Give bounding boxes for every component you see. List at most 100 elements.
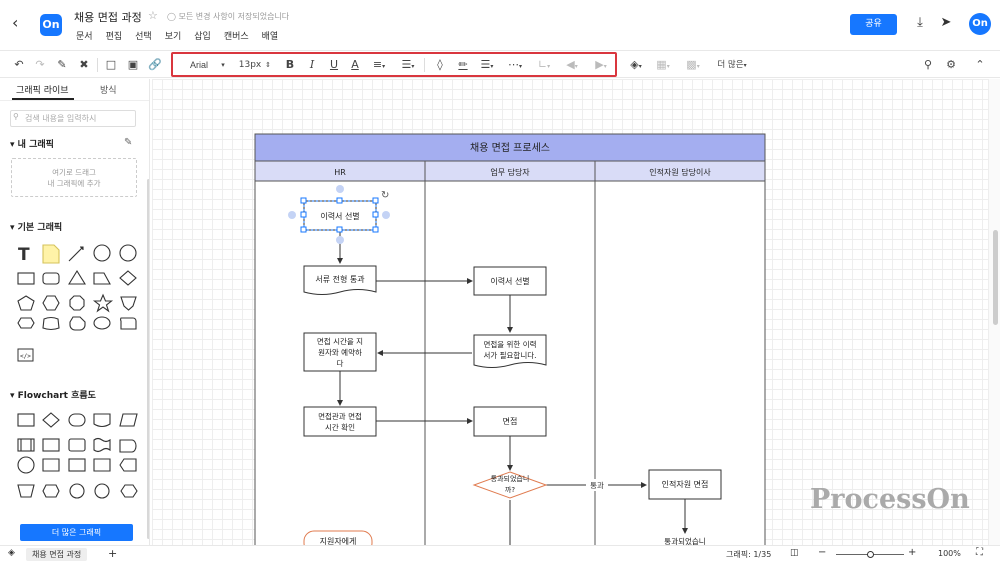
menu-item-edit[interactable]: 편집: [106, 29, 123, 42]
image-icon[interactable]: ▣: [126, 56, 140, 74]
delay-shape-icon[interactable]: [119, 439, 137, 453]
embed-code-icon[interactable]: </>: [17, 348, 34, 362]
text-shape-icon[interactable]: T: [18, 245, 30, 265]
node-hr-interview[interactable]: 인적자원 면접: [648, 469, 722, 500]
canvas-scrollbar[interactable]: [993, 230, 998, 325]
node-interview[interactable]: 면접: [473, 406, 547, 437]
terminator-shape-icon[interactable]: [68, 413, 86, 427]
back-arrow-icon[interactable]: ‹: [12, 14, 30, 32]
sum-shape-icon[interactable]: [94, 483, 110, 499]
node-confirm-interviewer[interactable]: 면접관과 면접 시간 확인: [303, 406, 377, 437]
note-shape-icon[interactable]: [42, 244, 60, 264]
more-tools-button[interactable]: 더 많은▾: [712, 56, 752, 74]
process-shape-icon[interactable]: [17, 413, 35, 427]
my-graphics-dropzone[interactable]: 여기로 드래그 내 그래픽에 추가: [11, 158, 137, 197]
send-icon[interactable]: ➤: [937, 14, 955, 32]
lane-hr-director[interactable]: 인적자원 담당이사: [649, 167, 711, 177]
or-shape-icon[interactable]: [69, 483, 85, 499]
internal-storage-shape-icon[interactable]: [42, 438, 60, 452]
page-tab[interactable]: 채용 면접 과정: [26, 548, 88, 561]
menu-item-arrange[interactable]: 배열: [262, 29, 279, 42]
rectangle-icon[interactable]: □: [104, 56, 118, 74]
document-title[interactable]: 채용 면접 과정: [74, 9, 142, 25]
octagon-shape-icon[interactable]: [69, 295, 85, 311]
rounded-rect-shape-icon[interactable]: [42, 272, 60, 285]
format-painter-icon[interactable]: ✎: [55, 56, 69, 74]
search-input[interactable]: 검색 내용을 입력하시: [10, 110, 136, 127]
prep-shape-icon[interactable]: [68, 438, 86, 452]
ellipse-shape-icon[interactable]: [93, 316, 111, 330]
share-button[interactable]: 공유: [850, 14, 897, 35]
fullscreen-icon[interactable]: ⛶: [976, 547, 983, 558]
settings-icon[interactable]: ⚙: [944, 56, 958, 74]
menu-item-document[interactable]: 문서: [76, 29, 93, 42]
node-decision-2[interactable]: 통과되었습니: [664, 537, 705, 545]
circle2-shape-icon[interactable]: [119, 244, 137, 262]
menu-item-select[interactable]: 선택: [135, 29, 152, 42]
tab-library[interactable]: 그래픽 라이브: [16, 83, 69, 96]
align-objects-icon[interactable]: ▦▾: [654, 56, 672, 74]
decision-shape-icon[interactable]: [42, 412, 60, 428]
find-icon[interactable]: ⚲: [921, 56, 935, 74]
node-resume-needed[interactable]: 면접을 위한 이력 서가 필요합니다.: [473, 334, 547, 368]
offpage-shape-icon[interactable]: [119, 458, 137, 472]
rect-shape-icon[interactable]: [17, 272, 35, 285]
lane-manager[interactable]: 업무 담당자: [490, 167, 530, 177]
link-icon[interactable]: 🔗: [148, 56, 162, 74]
shield-shape-icon[interactable]: [120, 296, 137, 311]
trapezoid-shape-icon[interactable]: [93, 272, 111, 285]
hexagon-shape-icon[interactable]: [42, 295, 60, 311]
callout-shape-icon[interactable]: [17, 317, 35, 329]
sidebar-scrollbar[interactable]: [147, 179, 149, 539]
prep2-shape-icon[interactable]: [42, 484, 60, 498]
group-icon[interactable]: ▩▾: [684, 56, 702, 74]
pentagon-shape-icon[interactable]: [17, 295, 35, 311]
triangle-shape-icon[interactable]: [68, 269, 86, 285]
flowchart-header[interactable]: ▾ Flowchart 흐름도: [10, 388, 96, 401]
download-icon[interactable]: ⤓: [911, 14, 929, 32]
zoom-slider-thumb[interactable]: [867, 551, 874, 558]
collapse-icon[interactable]: ⌃: [973, 56, 987, 74]
zoom-out-icon[interactable]: −: [818, 547, 826, 558]
avatar[interactable]: On: [969, 13, 991, 35]
diamond-shape-icon[interactable]: [119, 270, 137, 286]
node-document-pass[interactable]: 서류 전형 통과: [303, 265, 377, 295]
more-graphics-button[interactable]: 더 많은 그래픽: [20, 524, 133, 541]
rotate-handle-icon[interactable]: ↻: [381, 190, 389, 201]
connector-shape-icon[interactable]: [17, 456, 35, 474]
wave-shape-icon[interactable]: [42, 316, 60, 331]
edit-icon[interactable]: ✎: [124, 137, 132, 148]
doc-shape-icon[interactable]: [120, 317, 137, 330]
app-logo[interactable]: On: [40, 14, 62, 36]
menu-item-view[interactable]: 보기: [165, 29, 182, 42]
layers-icon[interactable]: ◈▾: [627, 56, 645, 74]
node-resume-screen[interactable]: 이력서 선별: [303, 200, 377, 231]
redo-icon[interactable]: ↷: [33, 56, 47, 74]
manual-op-shape-icon[interactable]: [17, 484, 35, 498]
display-shape-icon[interactable]: [93, 458, 111, 472]
lane-hr[interactable]: HR: [334, 168, 346, 177]
edge-label[interactable]: 통과: [590, 481, 604, 490]
star-shape-icon[interactable]: [92, 293, 114, 313]
card-shape-icon[interactable]: [42, 458, 60, 472]
document-shape-icon[interactable]: [93, 413, 111, 428]
undo-icon[interactable]: ↶: [12, 56, 26, 74]
predefined-shape-icon[interactable]: [17, 438, 35, 452]
layers-icon[interactable]: ◈: [8, 548, 15, 558]
arrow-shape-icon[interactable]: [68, 246, 84, 262]
basic-graphics-header[interactable]: ▾ 기본 그래픽: [10, 220, 62, 233]
data-shape-icon[interactable]: [119, 413, 138, 427]
manual-shape-icon[interactable]: [68, 458, 86, 472]
node-notify-applicant[interactable]: 지원자에게: [303, 530, 373, 545]
clear-format-icon[interactable]: ✖: [77, 56, 91, 74]
menu-item-insert[interactable]: 삽입: [194, 29, 211, 42]
tag-shape-icon[interactable]: [69, 316, 86, 331]
zoom-in-icon[interactable]: +: [908, 547, 916, 558]
circle-shape-icon[interactable]: [93, 244, 111, 262]
node-resume-screen-2[interactable]: 이력서 선별: [473, 266, 547, 296]
node-schedule-interview[interactable]: 면접 시간을 지 원자와 예약하 다: [303, 332, 377, 372]
loop-shape-icon[interactable]: [120, 484, 138, 498]
tape-shape-icon[interactable]: [93, 437, 111, 453]
tab-style[interactable]: 방식: [100, 83, 117, 96]
add-page-icon[interactable]: +: [108, 547, 117, 560]
